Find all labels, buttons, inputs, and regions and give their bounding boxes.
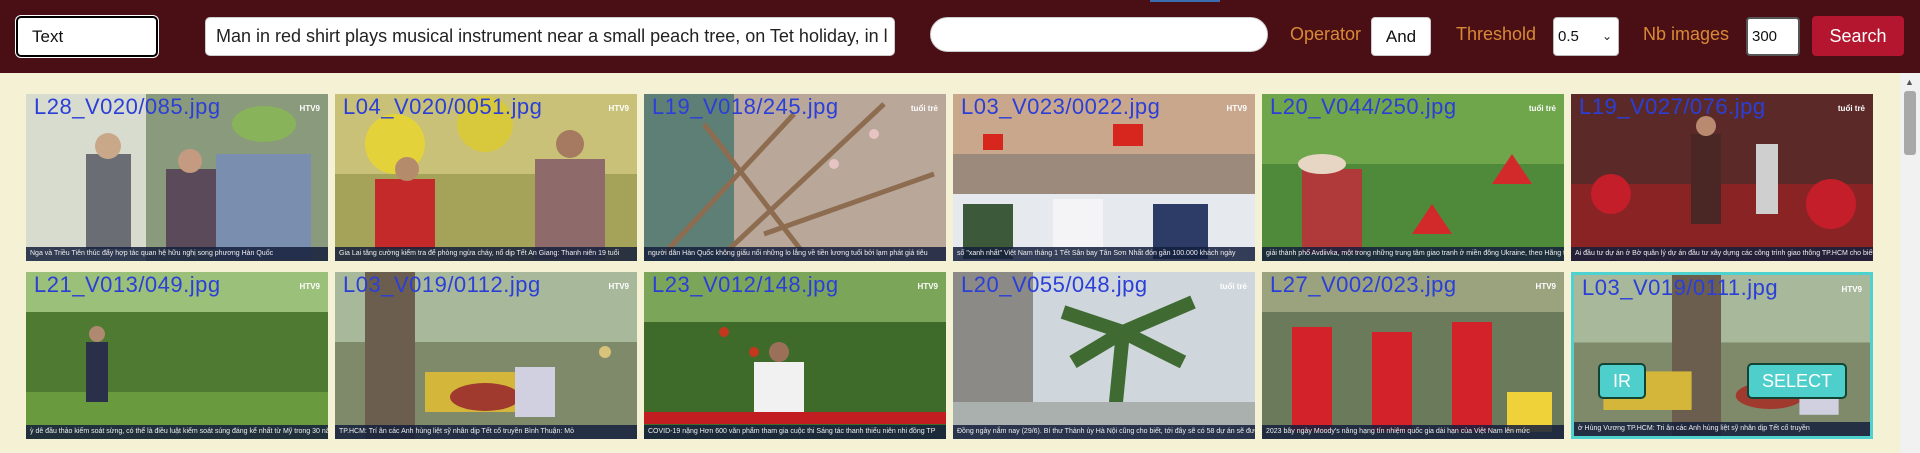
channel-logo: HTV9 <box>917 282 938 291</box>
news-ticker: TP.HCM: Trí ân các Anh hùng liệt sỹ nhân… <box>335 425 637 439</box>
threshold-value: 0.5 <box>1558 28 1579 45</box>
news-ticker: Nga và Triều Tiên thúc đẩy hợp tác quan … <box>26 247 328 261</box>
result-thumbnail[interactable]: L19_V018/245.jpg tuổi trẻ người dân Hàn … <box>644 94 946 261</box>
news-ticker: giải thành phố Avdiivka, một trong những… <box>1262 247 1564 261</box>
result-thumbnail[interactable]: L23_V012/148.jpg HTV9 COVID-19 nặng Hơn … <box>644 272 946 439</box>
channel-logo: HTV9 <box>299 104 320 113</box>
news-ticker: người dân Hàn Quốc không giấu nổi những … <box>644 247 946 261</box>
secondary-query-input[interactable] <box>930 17 1268 52</box>
news-ticker: 2023 bây ngày Moody's nâng hạng tín nhiệ… <box>1262 425 1564 439</box>
news-ticker: COVID-19 nặng Hơn 600 văn phẩm tham gia … <box>644 425 946 439</box>
news-ticker: ờ Hùng Vương TP.HCM: Tri ân các Anh hùng… <box>1574 422 1870 436</box>
search-mode-select[interactable]: Text <box>16 16 158 57</box>
result-thumbnail[interactable]: L03_V023/0022.jpg HTV9 số "xanh nhất" Vi… <box>953 94 1255 261</box>
nb-images-input[interactable]: 300 <box>1746 17 1800 56</box>
channel-logo: HTV9 <box>1841 285 1862 294</box>
operator-label: Operator <box>1290 24 1362 44</box>
channel-logo: HTV9 <box>299 282 320 291</box>
scroll-up-arrow-icon[interactable]: ▲ <box>1905 77 1914 87</box>
result-filename: L20_V044/250.jpg <box>1270 94 1457 119</box>
news-ticker: số "xanh nhất" Việt Nam tháng 1 Tết Sân … <box>953 247 1255 261</box>
query-input[interactable]: Man in red shirt plays musical instrumen… <box>205 17 895 56</box>
channel-logo: tuổi trẻ <box>1219 282 1247 291</box>
channel-logo: HTV9 <box>1226 104 1247 113</box>
nb-images-label: Nb images <box>1643 24 1730 44</box>
result-thumbnail[interactable]: L28_V020/085.jpg HTV9 Nga và Triều Tiên … <box>26 94 328 261</box>
result-thumbnail[interactable]: L21_V013/049.jpg HTV9 ỳ dê đầu thảo kiếm… <box>26 272 328 439</box>
result-filename: L03_V019/0111.jpg <box>1582 275 1779 300</box>
result-thumbnail[interactable]: L19_V027/076.jpg tuổi trẻ Ai đầu tư dự á… <box>1571 94 1873 261</box>
select-button[interactable]: SELECT <box>1747 363 1847 399</box>
result-filename: L19_V027/076.jpg <box>1579 94 1766 119</box>
top-toolbar: Text Man in red shirt plays musical inst… <box>0 0 1920 73</box>
result-thumbnail-selected[interactable]: L03_V019/0111.jpg HTV9 ờ Hùng Vương TP.H… <box>1571 272 1873 439</box>
result-thumbnail[interactable]: L20_V055/048.jpg tuổi trẻ Đồng ngày nắm … <box>953 272 1255 439</box>
result-filename: L21_V013/049.jpg <box>34 272 221 297</box>
result-thumbnail[interactable]: L20_V044/250.jpg tuổi trẻ giải thành phố… <box>1262 94 1564 261</box>
operator-toggle-button[interactable]: And <box>1371 17 1431 56</box>
results-grid: L28_V020/085.jpg HTV9 Nga và Triều Tiên … <box>0 73 1900 453</box>
result-filename: L03_V023/0022.jpg <box>961 94 1161 119</box>
channel-logo: tuổi trẻ <box>1528 104 1556 113</box>
result-filename: L04_V020/0051.jpg <box>343 94 543 119</box>
news-ticker: ỳ dê đầu thảo kiếm soát sừng, có thể là … <box>26 425 328 439</box>
news-ticker: Đồng ngày nắm nay (29/6). Bí thư Thành ủ… <box>953 425 1255 439</box>
search-button[interactable]: Search <box>1812 16 1904 56</box>
news-ticker: Gia Lai tăng cường kiểm tra để phòng ngừ… <box>335 247 637 261</box>
result-thumbnail[interactable]: L03_V019/0112.jpg HTV9 TP.HCM: Trí ân cá… <box>335 272 637 439</box>
threshold-label: Threshold <box>1456 24 1537 44</box>
channel-logo: HTV9 <box>608 104 629 113</box>
result-filename: L27_V002/023.jpg <box>1270 272 1457 297</box>
toolbar-accent-line <box>1150 0 1220 2</box>
result-thumbnail[interactable]: L04_V020/0051.jpg HTV9 Gia Lai tăng cườn… <box>335 94 637 261</box>
vertical-scrollbar[interactable]: ▲ <box>1900 73 1920 453</box>
channel-logo: tuổi trẻ <box>1837 104 1865 113</box>
result-filename: L03_V019/0112.jpg <box>343 272 541 297</box>
scrollbar-thumb[interactable] <box>1904 91 1916 155</box>
result-filename: L23_V012/148.jpg <box>652 272 839 297</box>
result-filename: L28_V020/085.jpg <box>34 94 221 119</box>
channel-logo: HTV9 <box>608 282 629 291</box>
news-ticker: Ai đầu tư dự án ở Bờ quân lý dự án đầu t… <box>1571 247 1873 261</box>
result-filename: L19_V018/245.jpg <box>652 94 839 119</box>
threshold-select[interactable]: 0.5 ⌄ <box>1553 17 1619 56</box>
channel-logo: HTV9 <box>1535 282 1556 291</box>
ir-button[interactable]: IR <box>1598 363 1646 399</box>
result-thumbnail[interactable]: L27_V002/023.jpg HTV9 2023 bây ngày Mood… <box>1262 272 1564 439</box>
channel-logo: tuổi trẻ <box>910 104 938 113</box>
result-filename: L20_V055/048.jpg <box>961 272 1148 297</box>
chevron-down-icon: ⌄ <box>1601 29 1612 43</box>
